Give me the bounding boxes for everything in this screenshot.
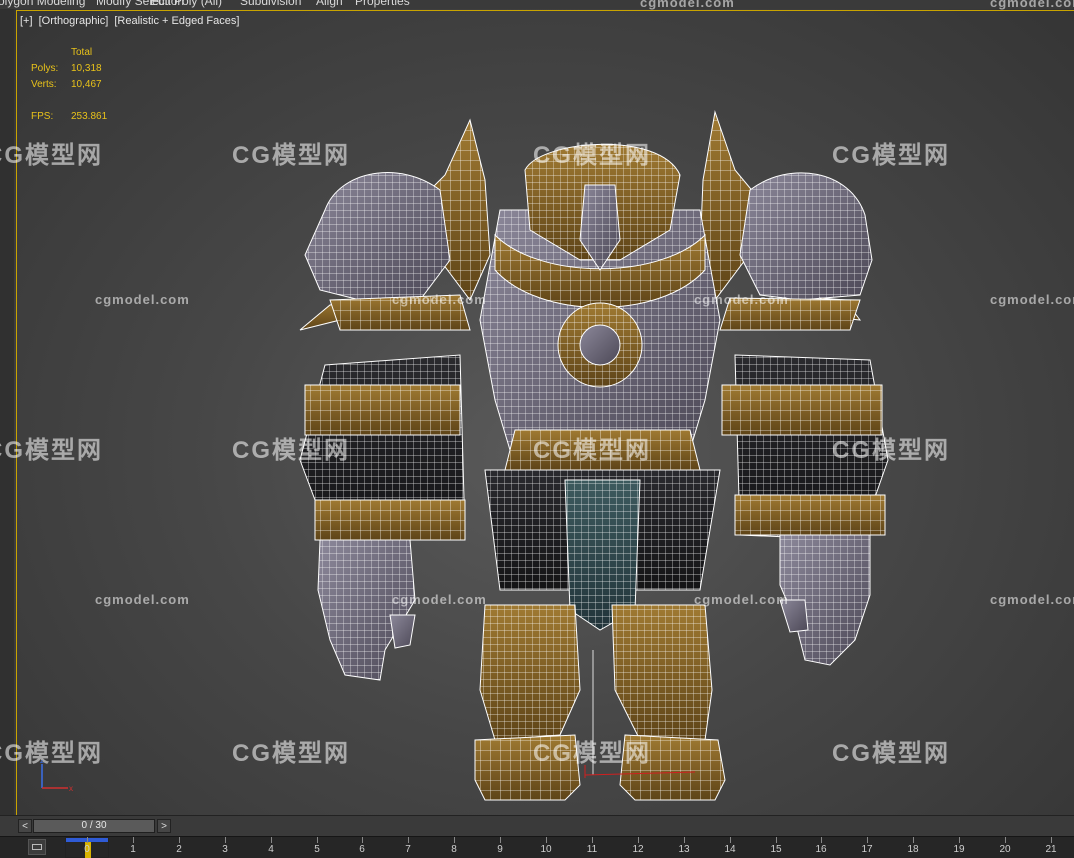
timeline-tick bbox=[1005, 837, 1006, 843]
timeline-tick-label: 20 bbox=[999, 844, 1011, 855]
watermark-cn: CG模型网 bbox=[232, 437, 350, 464]
timeline-tick bbox=[1051, 837, 1052, 843]
ribbon-item-edit-poly[interactable]: Edit Poly (All) bbox=[150, 0, 222, 8]
timeline-tick-label: 10 bbox=[540, 844, 552, 855]
ribbon-item-polygon-modeling[interactable]: Polygon Modeling bbox=[0, 0, 85, 8]
svg-text:x: x bbox=[69, 784, 73, 793]
watermark-cn: CG模型网 bbox=[533, 437, 651, 464]
watermark-cn: CG模型网 bbox=[232, 740, 350, 767]
viewport-menu-plus[interactable]: [+] bbox=[20, 15, 33, 27]
timeline-tick bbox=[454, 837, 455, 843]
watermark-cn: CG模型网 bbox=[533, 142, 651, 169]
timeline-tick-label: 7 bbox=[405, 844, 411, 855]
timeline-tick bbox=[133, 837, 134, 843]
watermark-latin: cgmodel.com bbox=[694, 292, 789, 307]
stats-header: Total bbox=[71, 47, 93, 58]
track-bar[interactable]: 0 1 2 3 4 5 6 7 8 9 10 11 12 13 14 15 16 17 18 19 20 21 bbox=[0, 836, 1074, 858]
viewport-label[interactable]: [+] [Orthographic] [Realistic + Edged Fa… bbox=[20, 15, 242, 27]
timeline-tick-label: 17 bbox=[861, 844, 873, 855]
stats-verts-value: 10,467 bbox=[71, 79, 102, 90]
viewport-shading-mode[interactable]: [Realistic + Edged Faces] bbox=[114, 15, 239, 27]
timeline-tick-label: 0 bbox=[84, 844, 90, 855]
watermark-latin: cgmodel.com bbox=[392, 292, 487, 307]
timeline-tick-label: 11 bbox=[586, 844, 598, 855]
time-slider[interactable]: 0 / 30 bbox=[33, 819, 155, 833]
timeline-tick bbox=[730, 837, 731, 843]
stats-polys-label: Polys: bbox=[31, 63, 59, 74]
watermark-cn: CG模型网 bbox=[533, 740, 651, 767]
watermark-latin: cgmodel.com bbox=[990, 0, 1074, 10]
legs bbox=[474, 604, 726, 801]
viewport[interactable] bbox=[14, 9, 1074, 815]
time-slider-bar: < 0 / 30 > bbox=[0, 815, 1074, 836]
stats-fps-label: FPS: bbox=[31, 111, 54, 122]
timeline-tick-label: 4 bbox=[268, 844, 274, 855]
stats-verts-label: Verts: bbox=[31, 79, 57, 90]
timeline-tick-label: 3 bbox=[222, 844, 228, 855]
timeline-tick bbox=[225, 837, 226, 843]
previous-frame-button[interactable]: < bbox=[18, 819, 32, 833]
timeline-tick bbox=[271, 837, 272, 843]
timeline-tick-label: 6 bbox=[359, 844, 365, 855]
watermark-cn: CG模型网 bbox=[832, 740, 950, 767]
left-panel-strip bbox=[0, 9, 14, 815]
watermark-latin: cgmodel.com bbox=[392, 592, 487, 607]
watermark-cn: CG模型网 bbox=[0, 142, 103, 169]
character-model bbox=[299, 110, 889, 801]
timeline-tick bbox=[546, 837, 547, 843]
timeline-tick-label: 12 bbox=[632, 844, 644, 855]
timeline-tick bbox=[408, 837, 409, 843]
ribbon-item-align[interactable]: Align bbox=[316, 0, 343, 8]
timeline-tick bbox=[362, 837, 363, 843]
timeline-tick-label: 13 bbox=[678, 844, 690, 855]
axis-tripod-icon: z x bbox=[40, 760, 73, 793]
timeline-tick-label: 2 bbox=[176, 844, 182, 855]
next-frame-button[interactable]: > bbox=[157, 819, 171, 833]
timeline-tick bbox=[913, 837, 914, 843]
timeline-tick bbox=[317, 837, 318, 843]
timeline-tick-label: 1 bbox=[130, 844, 136, 855]
svg-text:z: z bbox=[40, 760, 44, 765]
viewport-view-type[interactable]: [Orthographic] bbox=[39, 15, 109, 27]
timeline-tick-label: 5 bbox=[314, 844, 320, 855]
stats-polys-value: 10,318 bbox=[71, 63, 102, 74]
watermark-latin: cgmodel.com bbox=[95, 292, 190, 307]
ribbon-item-subdivision[interactable]: Subdivision bbox=[240, 0, 301, 8]
timeline-tick bbox=[959, 837, 960, 843]
timeline-tick bbox=[500, 837, 501, 843]
watermark-latin: cgmodel.com bbox=[990, 292, 1074, 307]
timeline-tick bbox=[867, 837, 868, 843]
timeline-tick bbox=[776, 837, 777, 843]
watermark-latin: cgmodel.com bbox=[95, 592, 190, 607]
watermark-latin: cgmodel.com bbox=[640, 0, 735, 10]
timeline-tick-label: 16 bbox=[815, 844, 827, 855]
ribbon-item-properties[interactable]: Properties bbox=[355, 0, 410, 8]
timeline-tick bbox=[592, 837, 593, 843]
watermark-cn: CG模型网 bbox=[832, 142, 950, 169]
timeline-tick-label: 8 bbox=[451, 844, 457, 855]
watermark-cn: CG模型网 bbox=[832, 437, 950, 464]
stats-fps-value: 253.861 bbox=[71, 111, 108, 122]
watermark-cn: CG模型网 bbox=[0, 437, 103, 464]
right-arm bbox=[721, 354, 889, 666]
watermark-cn: CG模型网 bbox=[232, 142, 350, 169]
timeline-tick bbox=[638, 837, 639, 843]
timeline-tick bbox=[821, 837, 822, 843]
track-bar-toggle-icon[interactable] bbox=[28, 839, 46, 855]
timeline-tick-label: 18 bbox=[907, 844, 919, 855]
timeline-tick-label: 21 bbox=[1045, 844, 1057, 855]
timeline-tick bbox=[179, 837, 180, 843]
timeline-tick bbox=[684, 837, 685, 843]
watermark-latin: cgmodel.com bbox=[694, 592, 789, 607]
timeline-tick-label: 19 bbox=[953, 844, 965, 855]
timeline-tick-label: 15 bbox=[770, 844, 782, 855]
timeline-tick-label: 14 bbox=[724, 844, 736, 855]
timeline-tick-label: 9 bbox=[497, 844, 503, 855]
left-arm bbox=[299, 354, 466, 681]
watermark-latin: cgmodel.com bbox=[990, 592, 1074, 607]
timeline-tick bbox=[87, 837, 88, 843]
